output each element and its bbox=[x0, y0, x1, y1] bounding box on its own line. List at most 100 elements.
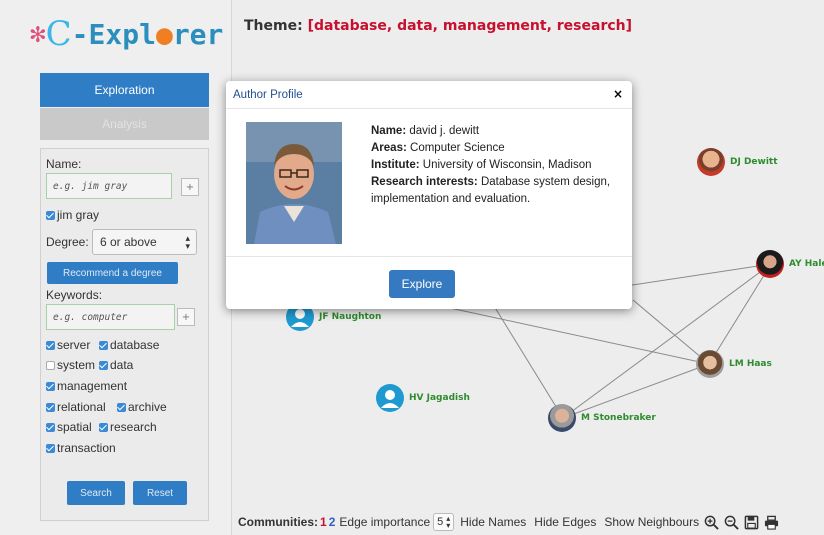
keyword-label: database bbox=[110, 338, 160, 352]
checkbox-icon[interactable] bbox=[99, 360, 108, 370]
show-neighbours-button[interactable]: Show Neighbours bbox=[604, 515, 699, 529]
author-areas-row: Areas: Computer Science bbox=[371, 140, 621, 157]
add-keyword-button[interactable]: + bbox=[177, 308, 195, 326]
zoom-out-icon[interactable] bbox=[724, 515, 739, 530]
name-checkbox[interactable]: jim gray bbox=[46, 208, 99, 222]
keyword-label: data bbox=[110, 358, 134, 372]
avatar bbox=[756, 250, 784, 278]
author-name-row: Name: david j. dewitt bbox=[371, 123, 621, 140]
zoom-in-icon[interactable] bbox=[704, 515, 719, 530]
checkbox-icon[interactable] bbox=[46, 381, 55, 391]
checkbox-icon[interactable] bbox=[46, 422, 55, 432]
select-arrows-icon: ▴ ▾ bbox=[185, 233, 190, 251]
node-hv-jagadish[interactable]: HV Jagadish bbox=[376, 384, 470, 412]
checkbox-icon[interactable] bbox=[46, 360, 55, 370]
keyword-label: research bbox=[110, 420, 157, 434]
author-profile-modal: Author Profile × Name: david j. dewitt A… bbox=[226, 81, 632, 309]
checkbox-icon[interactable] bbox=[46, 210, 55, 220]
edge bbox=[708, 263, 772, 365]
checkbox-icon[interactable] bbox=[117, 402, 126, 412]
logo-c: C bbox=[45, 14, 72, 54]
avatar bbox=[696, 350, 724, 378]
explore-button[interactable]: Explore bbox=[389, 270, 455, 298]
community-1-link[interactable]: 1 bbox=[320, 515, 327, 529]
node-m-stonebraker[interactable]: M Stonebraker bbox=[548, 404, 656, 432]
bottom-toolbar: Communities: 1 2 Edge importance 5 ▴ ▾ Hid… bbox=[238, 512, 779, 532]
logo-mark: ✻ bbox=[30, 19, 46, 49]
node-label: AY Hale bbox=[789, 259, 824, 269]
reset-button[interactable]: Reset bbox=[133, 481, 187, 505]
author-photo bbox=[246, 122, 342, 244]
keyword-checkbox-archive[interactable]: archive bbox=[117, 400, 167, 414]
keywords-input[interactable]: e.g. computer bbox=[46, 304, 175, 330]
node-dj-dewitt[interactable]: DJ Dewitt bbox=[697, 148, 778, 176]
keyword-label: server bbox=[57, 338, 91, 352]
checkbox-icon[interactable] bbox=[46, 402, 55, 412]
community-2-link[interactable]: 2 bbox=[329, 515, 336, 529]
edge-importance-select[interactable]: 5 ▴ ▾ bbox=[433, 513, 455, 531]
keywords-label: Keywords: bbox=[46, 288, 103, 302]
keyword-label: spatial bbox=[57, 420, 92, 434]
author-name: david j. dewitt bbox=[409, 125, 480, 137]
checkbox-icon[interactable] bbox=[99, 422, 108, 432]
areas-field-label: Areas: bbox=[371, 142, 407, 154]
name-checkbox-label: jim gray bbox=[57, 208, 100, 222]
modal-title: Author Profile bbox=[233, 89, 303, 101]
edge-importance-value: 5 bbox=[437, 516, 444, 528]
keyword-label: transaction bbox=[57, 441, 116, 455]
checkbox-icon[interactable] bbox=[99, 340, 108, 350]
app-window: ✻ C -Expl ● rer Exploration Analysis Name: e… bbox=[0, 0, 824, 535]
checkbox-icon[interactable] bbox=[46, 443, 55, 453]
print-icon[interactable] bbox=[764, 515, 779, 530]
node-ay-hale[interactable]: AY Hale bbox=[756, 250, 824, 278]
close-icon[interactable]: × bbox=[613, 87, 623, 101]
author-interests-row: Research interests: Database system desi… bbox=[371, 174, 621, 208]
search-button[interactable]: Search bbox=[67, 481, 125, 505]
keyword-checkbox-transaction[interactable]: transaction bbox=[46, 441, 116, 455]
keyword-label: system bbox=[57, 358, 96, 372]
name-input[interactable]: e.g. jim gray bbox=[46, 173, 172, 199]
tab-analysis[interactable]: Analysis bbox=[40, 108, 209, 140]
avatar bbox=[548, 404, 576, 432]
institute-field-label: Institute: bbox=[371, 159, 420, 171]
name-field-label: Name: bbox=[371, 125, 407, 137]
node-lm-haas[interactable]: LM Haas bbox=[696, 350, 772, 378]
node-label: LM Haas bbox=[729, 359, 772, 369]
node-label: M Stonebraker bbox=[581, 413, 656, 423]
checkbox-icon[interactable] bbox=[46, 340, 55, 350]
author-institute: University of Wisconsin, Madison bbox=[422, 159, 592, 171]
divider bbox=[226, 108, 632, 109]
name-label: Name: bbox=[46, 157, 82, 171]
degree-select[interactable]: 6 or above ▴ ▾ bbox=[92, 229, 197, 255]
keyword-checkbox-research[interactable]: research bbox=[99, 420, 157, 434]
app-logo: ✻ C -Expl ● rer bbox=[30, 14, 223, 54]
node-label: JF Naughton bbox=[319, 312, 382, 322]
hide-names-button[interactable]: Hide Names bbox=[460, 515, 526, 529]
add-name-button[interactable]: + bbox=[181, 178, 199, 196]
keyword-checkbox-spatial[interactable]: spatial bbox=[46, 420, 92, 434]
tab-exploration[interactable]: Exploration bbox=[40, 73, 209, 107]
author-institute-row: Institute: University of Wisconsin, Madi… bbox=[371, 157, 621, 174]
save-icon[interactable] bbox=[744, 515, 759, 530]
hide-edges-button[interactable]: Hide Edges bbox=[534, 515, 596, 529]
keyword-label: management bbox=[57, 379, 128, 393]
communities-label: Communities: bbox=[238, 515, 319, 529]
keyword-checkbox-management[interactable]: management bbox=[46, 379, 127, 393]
keyword-checkbox-system[interactable]: system bbox=[46, 358, 95, 372]
left-panel: ✻ C -Expl ● rer Exploration Analysis Name: e… bbox=[0, 0, 232, 535]
logo-o: ● bbox=[155, 17, 173, 51]
degree-label: Degree: bbox=[46, 235, 89, 249]
avatar bbox=[697, 148, 725, 176]
logo-text-end: rer bbox=[172, 17, 224, 51]
keyword-checkbox-server[interactable]: server bbox=[46, 338, 90, 352]
keyword-checkbox-data[interactable]: data bbox=[99, 358, 133, 372]
degree-value: 6 or above bbox=[100, 235, 157, 249]
recommend-degree-button[interactable]: Recommend a degree bbox=[47, 262, 178, 284]
logo-text: -Expl bbox=[71, 17, 156, 51]
keyword-checkbox-relational[interactable]: relational bbox=[46, 400, 106, 414]
person-icon bbox=[376, 384, 404, 412]
keyword-checkbox-database[interactable]: database bbox=[99, 338, 159, 352]
select-arrows-icon: ▴ ▾ bbox=[446, 514, 451, 530]
interests-field-label: Research interests: bbox=[371, 176, 478, 188]
keyword-label: relational bbox=[57, 400, 106, 414]
